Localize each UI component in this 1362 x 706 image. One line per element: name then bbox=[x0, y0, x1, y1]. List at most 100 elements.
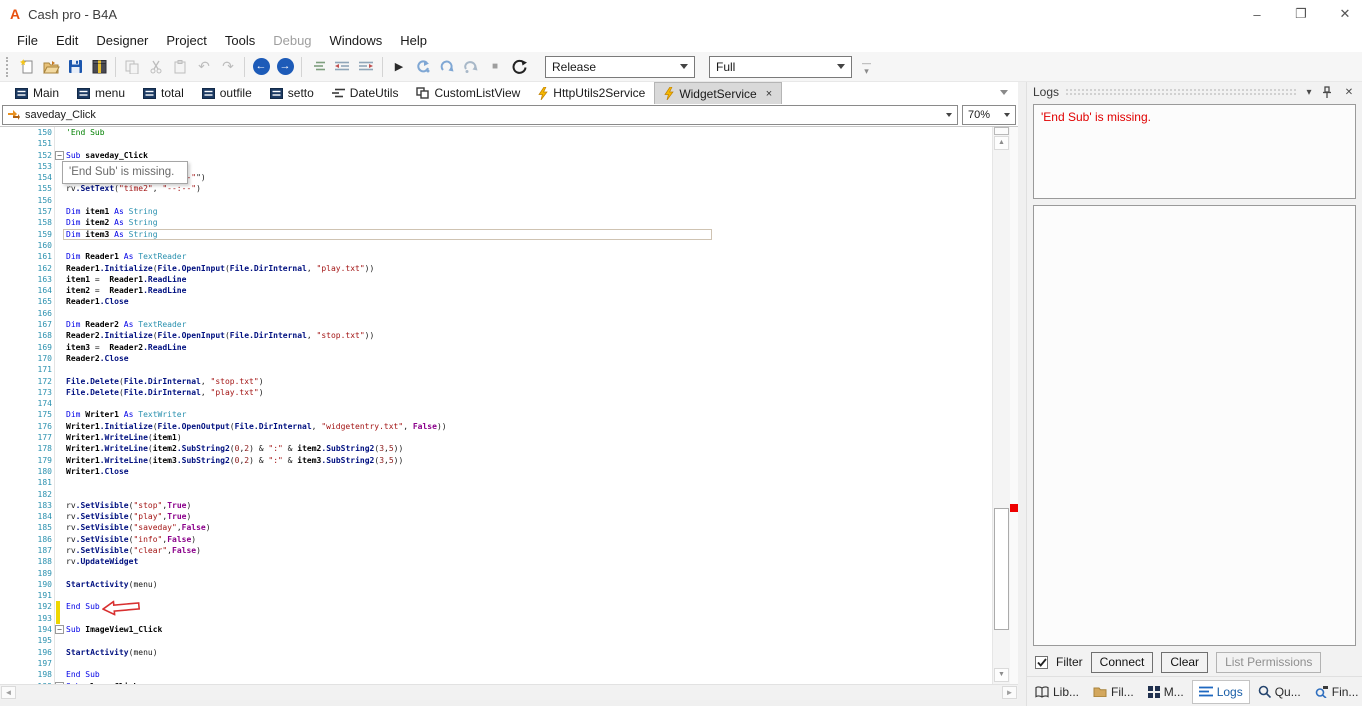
editor-zoom-select[interactable]: 70% bbox=[962, 105, 1016, 125]
editor-horizontal-scrollbar[interactable]: ◄ ► bbox=[0, 684, 1018, 700]
code-line-198[interactable]: 198End Sub bbox=[0, 669, 992, 680]
vertical-scroll-thumb[interactable] bbox=[994, 508, 1009, 630]
log-errors-box[interactable]: 'End Sub' is missing. bbox=[1033, 104, 1356, 199]
bottom-tab-logs[interactable]: Logs bbox=[1192, 680, 1250, 704]
panel-drag-texture[interactable] bbox=[1065, 88, 1296, 96]
menu-project[interactable]: Project bbox=[157, 30, 215, 51]
code-line-174[interactable]: 174 bbox=[0, 398, 992, 409]
code-line-150[interactable]: 150'End Sub bbox=[0, 127, 992, 138]
code-line-195[interactable]: 195 bbox=[0, 635, 992, 646]
log-output-box[interactable] bbox=[1033, 205, 1356, 646]
navigate-forward-icon[interactable]: → bbox=[274, 56, 296, 78]
tab-list-dropdown-icon[interactable] bbox=[1000, 90, 1008, 95]
code-line-187[interactable]: 187rv.SetVisible("clear",False) bbox=[0, 545, 992, 556]
scroll-right-icon[interactable]: ► bbox=[1002, 686, 1017, 699]
code-line-164[interactable]: 164item2 = Reader1.ReadLine bbox=[0, 285, 992, 296]
open-project-icon[interactable] bbox=[40, 56, 62, 78]
indent-decrease-icon[interactable] bbox=[331, 56, 353, 78]
code-line-152[interactable]: 152−Sub saveday_Click bbox=[0, 150, 992, 161]
code-line-186[interactable]: 186rv.SetVisible("info",False) bbox=[0, 534, 992, 545]
navigate-back-icon[interactable]: ← bbox=[250, 56, 272, 78]
toolbar-grip[interactable] bbox=[6, 57, 11, 77]
tab-main[interactable]: Main bbox=[6, 82, 68, 104]
code-line-178[interactable]: 178Writer1.WriteLine(item2.SubString2(0,… bbox=[0, 443, 992, 454]
bottom-tab-qu[interactable]: Qu... bbox=[1252, 681, 1307, 703]
panel-splitter[interactable] bbox=[1018, 82, 1026, 706]
scroll-up-icon[interactable]: ▲ bbox=[994, 136, 1009, 150]
rebuild-icon[interactable] bbox=[508, 56, 530, 78]
menu-tools[interactable]: Tools bbox=[216, 30, 264, 51]
split-editor-handle[interactable] bbox=[994, 127, 1009, 135]
code-line-177[interactable]: 177Writer1.WriteLine(item1) bbox=[0, 432, 992, 443]
step-over-icon[interactable] bbox=[460, 56, 482, 78]
code-line-193[interactable]: 193 bbox=[0, 613, 992, 624]
code-line-184[interactable]: 184rv.SetVisible("play",True) bbox=[0, 511, 992, 522]
logs-panel-header[interactable]: Logs ▾ ✕ bbox=[1027, 82, 1362, 102]
code-line-183[interactable]: 183rv.SetVisible("stop",True) bbox=[0, 500, 992, 511]
resume-icon[interactable] bbox=[412, 56, 434, 78]
code-line-189[interactable]: 189 bbox=[0, 568, 992, 579]
code-line-196[interactable]: 196StartActivity(menu) bbox=[0, 647, 992, 658]
panel-menu-chevron-icon[interactable]: ▾ bbox=[1302, 87, 1316, 98]
pin-icon[interactable] bbox=[1322, 86, 1336, 98]
restore-button[interactable]: ❐ bbox=[1292, 6, 1310, 22]
sub-navigator-select[interactable]: saveday_Click bbox=[2, 105, 958, 125]
tab-outfile[interactable]: outfile bbox=[193, 82, 261, 104]
tab-httputils2service[interactable]: HttpUtils2Service bbox=[529, 82, 654, 104]
menu-windows[interactable]: Windows bbox=[321, 30, 392, 51]
save-icon[interactable] bbox=[64, 56, 86, 78]
code-line-157[interactable]: 157Dim item1 As String bbox=[0, 206, 992, 217]
bottom-tab-fin[interactable]: Fin... bbox=[1309, 681, 1362, 703]
code-line-161[interactable]: 161Dim Reader1 As TextReader bbox=[0, 251, 992, 262]
build-configuration-select[interactable]: Release bbox=[545, 56, 695, 78]
package-icon[interactable] bbox=[88, 56, 110, 78]
indent-increase-icon[interactable] bbox=[355, 56, 377, 78]
code-line-197[interactable]: 197 bbox=[0, 658, 992, 669]
code-line-160[interactable]: 160 bbox=[0, 240, 992, 251]
code-line-163[interactable]: 163item1 = Reader1.ReadLine bbox=[0, 274, 992, 285]
code-line-185[interactable]: 185rv.SetVisible("saveday",False) bbox=[0, 522, 992, 533]
close-panel-icon[interactable]: ✕ bbox=[1342, 87, 1356, 98]
code-line-166[interactable]: 166 bbox=[0, 308, 992, 319]
code-line-155[interactable]: 155rv.SetText("time2", "--:--") bbox=[0, 183, 992, 194]
menu-file[interactable]: File bbox=[8, 30, 47, 51]
code-line-165[interactable]: 165Reader1.Close bbox=[0, 296, 992, 307]
code-editor[interactable]: 150'End Sub151152−Sub saveday_Click15315… bbox=[0, 127, 992, 684]
code-line-156[interactable]: 156 bbox=[0, 195, 992, 206]
tab-customlistview[interactable]: CustomListView bbox=[407, 82, 529, 104]
minimize-button[interactable]: – bbox=[1248, 7, 1266, 22]
clear-button[interactable]: Clear bbox=[1161, 652, 1208, 673]
tab-total[interactable]: total bbox=[134, 82, 193, 104]
code-line-181[interactable]: 181 bbox=[0, 477, 992, 488]
tab-menu[interactable]: menu bbox=[68, 82, 134, 104]
code-line-192[interactable]: 192End Sub bbox=[0, 601, 992, 612]
code-line-172[interactable]: 172File.Delete(File.DirInternal, "stop.t… bbox=[0, 376, 992, 387]
code-line-167[interactable]: 167Dim Reader2 As TextReader bbox=[0, 319, 992, 330]
list-permissions-button[interactable]: List Permissions bbox=[1216, 652, 1321, 673]
tab-setto[interactable]: setto bbox=[261, 82, 323, 104]
new-project-icon[interactable] bbox=[16, 56, 38, 78]
bottom-tab-fil[interactable]: Fil... bbox=[1087, 681, 1140, 703]
close-tab-icon[interactable]: × bbox=[766, 88, 772, 100]
tab-dateutils[interactable]: DateUtils bbox=[323, 82, 408, 104]
code-line-180[interactable]: 180Writer1.Close bbox=[0, 466, 992, 477]
toolbar-overflow-icon[interactable]: —▾ bbox=[862, 59, 871, 75]
bottom-tab-m[interactable]: M... bbox=[1142, 681, 1190, 703]
code-line-194[interactable]: 194−Sub ImageView1_Click bbox=[0, 624, 992, 635]
code-line-169[interactable]: 169item3 = Reader2.ReadLine bbox=[0, 342, 992, 353]
code-line-188[interactable]: 188rv.UpdateWidget bbox=[0, 556, 992, 567]
bottom-tab-lib[interactable]: Lib... bbox=[1029, 681, 1085, 703]
code-line-191[interactable]: 191 bbox=[0, 590, 992, 601]
code-line-170[interactable]: 170Reader2.Close bbox=[0, 353, 992, 364]
code-line-158[interactable]: 158Dim item2 As String bbox=[0, 217, 992, 228]
run-icon[interactable]: ▶ bbox=[388, 56, 410, 78]
fold-collapse-icon[interactable]: − bbox=[55, 151, 64, 160]
code-line-179[interactable]: 179Writer1.WriteLine(item3.SubString2(0,… bbox=[0, 455, 992, 466]
menu-edit[interactable]: Edit bbox=[47, 30, 87, 51]
code-line-159[interactable]: 159Dim item3 As String bbox=[0, 229, 992, 240]
code-line-168[interactable]: 168Reader2.Initialize(File.OpenInput(Fil… bbox=[0, 330, 992, 341]
scroll-down-icon[interactable]: ▼ bbox=[994, 668, 1009, 682]
code-line-190[interactable]: 190StartActivity(menu) bbox=[0, 579, 992, 590]
menu-designer[interactable]: Designer bbox=[87, 30, 157, 51]
filter-checkbox[interactable] bbox=[1035, 656, 1048, 669]
